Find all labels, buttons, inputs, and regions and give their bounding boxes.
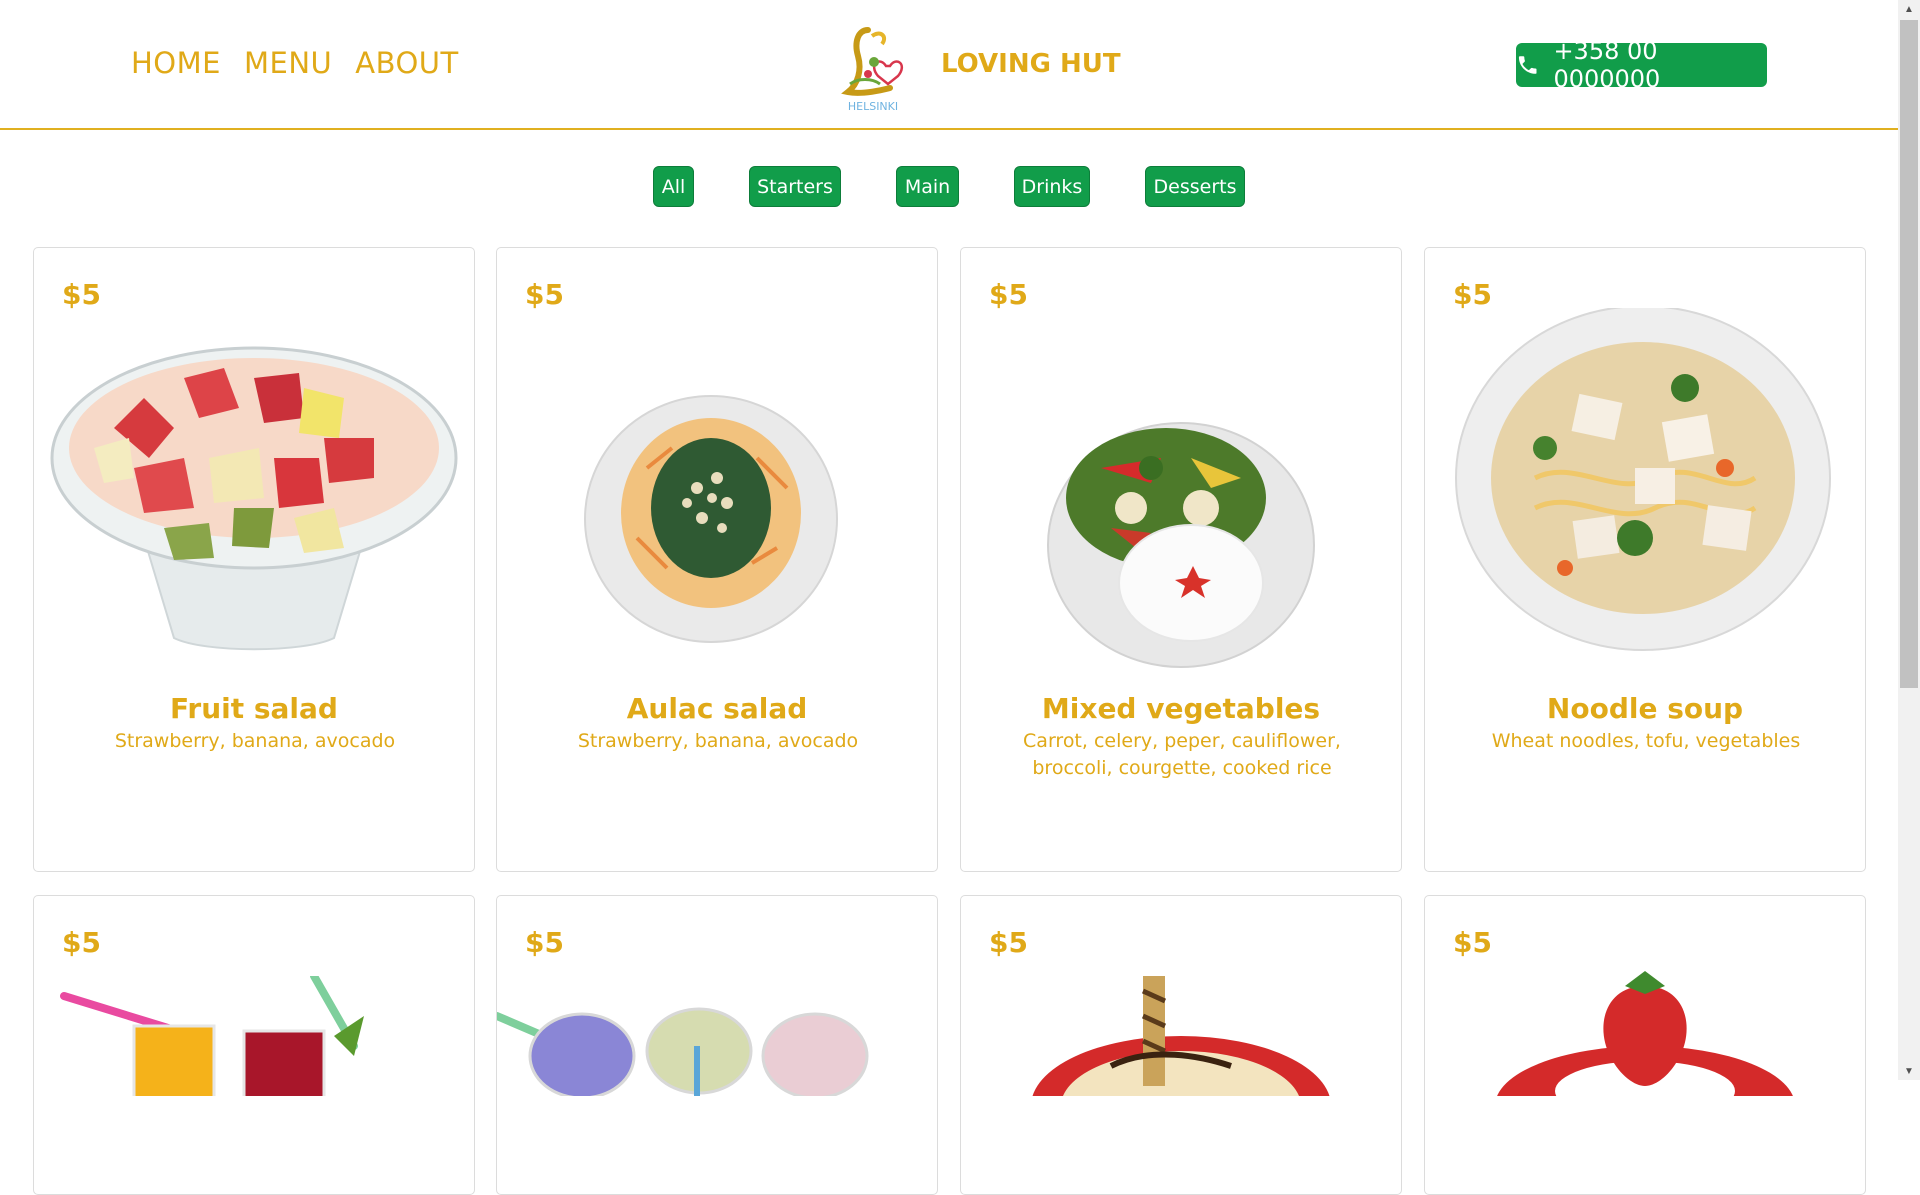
item-description: Strawberry, banana, avocado [114, 730, 396, 752]
fruit-salad-image [50, 346, 458, 651]
item-price: $5 [62, 278, 101, 311]
menu-card-fruit-salad[interactable]: $5 Fruit salad Strawberry, banana, avoca… [33, 247, 475, 872]
brand-name: LOVING HUT [941, 49, 1121, 79]
item-price: $5 [525, 278, 564, 311]
phone-button[interactable]: +358 00 0000000 [1516, 37, 1767, 93]
scroll-thumb[interactable] [1900, 20, 1918, 688]
item-price: $5 [989, 278, 1028, 311]
loving-hut-logo[interactable]: HELSINKI [828, 22, 918, 114]
item-name: Fruit salad [170, 692, 338, 725]
item-description: Carrot, celery, peper, cauliflower, broc… [1023, 730, 1341, 779]
menu-card-mixed-vegetables[interactable]: $5 Mixed vegetables Carrot, celery, pepe… [960, 247, 1402, 872]
menu-card-aulac-salad[interactable]: $5 Aulac salad Strawberry, banana, avoca… [496, 247, 938, 872]
item-name: Aulac salad [626, 692, 808, 725]
noodle-soup-image [1455, 308, 1831, 651]
menu-card-noodle-soup[interactable]: $5 Noodle soup Wheat noodles, tofu, vege… [1424, 247, 1866, 872]
phone-icon [1518, 56, 1537, 74]
filter-drinks-button[interactable]: Drinks [1014, 166, 1090, 207]
filter-all-button[interactable]: All [653, 166, 694, 207]
item-name: Mixed vegetables [1041, 692, 1321, 725]
aulac-salad-image [584, 395, 838, 643]
filter-main-button[interactable]: Main [896, 166, 959, 207]
filter-starters-button[interactable]: Starters [749, 166, 841, 207]
menu-card-juice[interactable]: $5 [33, 895, 475, 1195]
phone-number: +358 00 0000000 [1553, 37, 1661, 93]
item-price: $5 [525, 926, 564, 959]
page-scrollbar[interactable]: ▲ ▼ [1898, 0, 1920, 1080]
scroll-down-arrow-icon[interactable]: ▼ [1898, 1062, 1920, 1080]
scroll-up-arrow-icon[interactable]: ▲ [1898, 0, 1920, 18]
nav-home-link[interactable]: HOME [131, 46, 221, 80]
nav-menu-link[interactable]: MENU [244, 46, 332, 80]
site-header: HOME MENU ABOUT HELSINKI LOVING HUT +358… [0, 0, 1898, 130]
item-description: Wheat noodles, tofu, vegetables [1491, 730, 1801, 752]
menu-card-dessert-strawberry[interactable]: $5 [1424, 895, 1866, 1195]
filter-desserts-button[interactable]: Desserts [1145, 166, 1245, 207]
item-name: Noodle soup [1546, 692, 1744, 725]
item-price: $5 [62, 926, 101, 959]
menu-card-smoothies[interactable]: $5 [496, 895, 938, 1195]
item-price: $5 [989, 926, 1028, 959]
item-price: $5 [1453, 926, 1492, 959]
smoothies-image [497, 1007, 869, 1096]
nav-about-link[interactable]: ABOUT [355, 46, 459, 80]
item-price: $5 [1453, 278, 1492, 311]
menu-card-dessert-wafer[interactable]: $5 [960, 895, 1402, 1195]
mixed-vegetables-image [1047, 422, 1315, 668]
dessert-wafer-image [1032, 976, 1330, 1096]
main-nav: HOME MENU ABOUT [131, 46, 459, 80]
juice-image [60, 976, 364, 1096]
item-description: Strawberry, banana, avocado [577, 730, 859, 752]
svg-text:HELSINKI: HELSINKI [848, 100, 898, 113]
dessert-strawberry-image [1497, 971, 1793, 1096]
